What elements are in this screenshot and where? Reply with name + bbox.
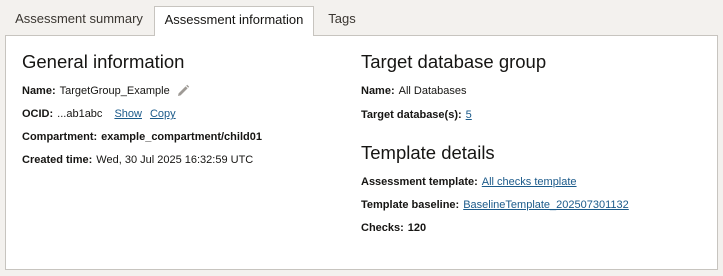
compartment-label: Compartment: xyxy=(22,131,98,143)
created-time-row: Created time: Wed, 30 Jul 2025 16:32:59 … xyxy=(22,153,253,167)
assessment-template-label: Assessment template: xyxy=(361,176,478,188)
ocid-label: OCID: xyxy=(22,108,54,120)
general-information-heading: General information xyxy=(22,51,185,72)
name-label: Name: xyxy=(22,85,56,97)
template-baseline-row: Template baseline: BaselineTemplate_2025… xyxy=(361,198,629,212)
target-group-name-row: Name: All Databases xyxy=(361,84,467,98)
compartment-value: example_compartment/child01 xyxy=(101,131,262,143)
tab-tags[interactable]: Tags xyxy=(318,6,366,35)
assessment-template-link[interactable]: All checks template xyxy=(482,175,577,189)
ocid-show-link[interactable]: Show xyxy=(114,107,142,121)
checks-row: Checks: 120 xyxy=(361,221,426,235)
template-baseline-link[interactable]: BaselineTemplate_20250730113​2 xyxy=(463,198,629,212)
target-database-group-heading: Target database group xyxy=(361,51,547,72)
compartment-row: Compartment: example_compartment/child01 xyxy=(22,130,262,144)
created-time-label: Created time: xyxy=(22,154,93,166)
tab-bar: Assessment summary Assessment informatio… xyxy=(0,0,723,36)
template-details-heading: Template details xyxy=(361,142,495,163)
ocid-copy-link[interactable]: Copy xyxy=(150,107,176,121)
checks-label: Checks: xyxy=(361,222,404,234)
tab-assessment-summary[interactable]: Assessment summary xyxy=(8,6,150,35)
target-databases-label: Target database(s): xyxy=(361,109,462,121)
name-value: TargetGroup_Example xyxy=(59,85,170,97)
template-baseline-label: Template baseline: xyxy=(361,199,460,211)
target-databases-count-link[interactable]: 5 xyxy=(466,108,472,122)
tab-assessment-information[interactable]: Assessment information xyxy=(154,6,314,36)
name-row: Name: TargetGroup_Example xyxy=(22,84,190,98)
ocid-row: OCID: ...ab1abc Show Copy xyxy=(22,107,176,121)
target-group-name-value: All Databases xyxy=(398,85,467,97)
created-time-value: Wed, 30 Jul 2025 16:32:59 UTC xyxy=(96,154,254,166)
target-group-name-label: Name: xyxy=(361,85,395,97)
target-databases-row: Target database(s): 5 xyxy=(361,108,472,122)
checks-value: 120 xyxy=(407,222,427,234)
assessment-template-row: Assessment template: All checks template xyxy=(361,175,577,189)
assessment-information-panel: General information Name: TargetGroup_Ex… xyxy=(5,35,718,270)
pencil-icon[interactable] xyxy=(176,84,190,98)
ocid-value: ...ab1abc xyxy=(57,108,103,120)
